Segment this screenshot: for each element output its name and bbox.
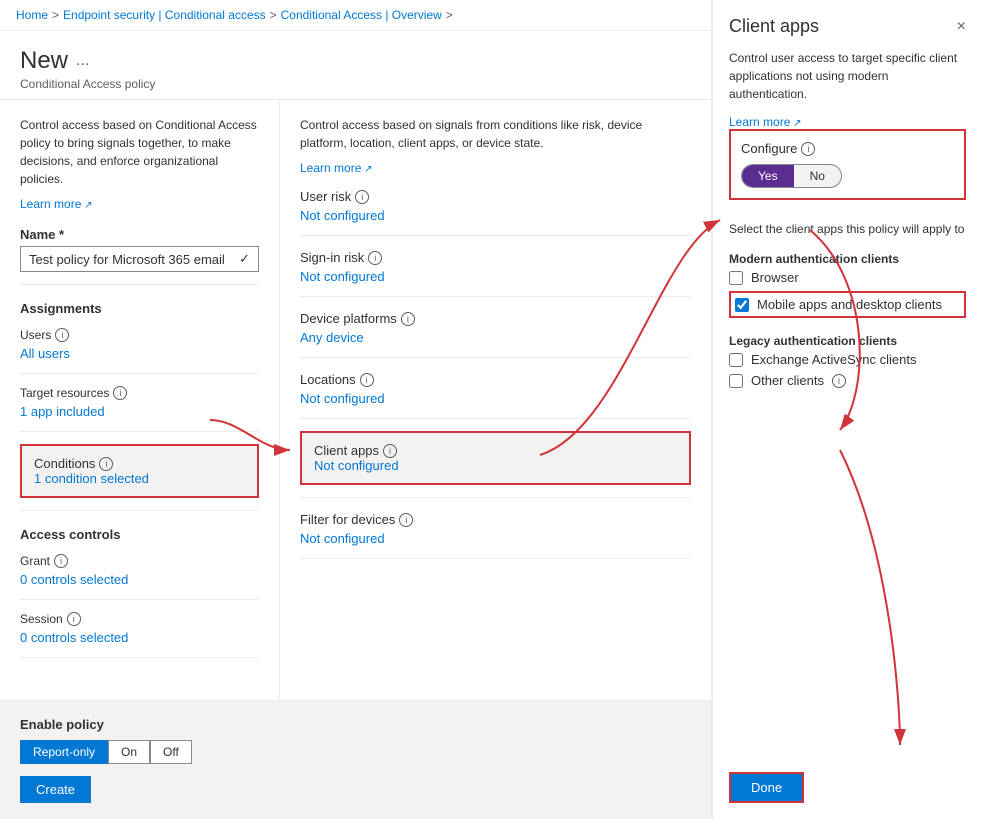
client-apps-value[interactable]: Not configured <box>314 458 399 473</box>
client-apps-panel: Client apps × Control user access to tar… <box>712 0 982 819</box>
done-btn-wrapper: Done <box>729 772 804 803</box>
done-button[interactable]: Done <box>731 774 802 801</box>
yes-button[interactable]: Yes <box>742 165 794 187</box>
device-platforms-value[interactable]: Any device <box>300 330 364 345</box>
page-subtitle: Conditional Access policy <box>20 77 691 91</box>
assignments-label: Assignments <box>20 301 259 316</box>
right-description: Control access based on signals from con… <box>300 116 691 152</box>
users-value[interactable]: All users <box>20 346 259 361</box>
session-label: Session i <box>20 612 259 626</box>
user-risk-label: User risk i <box>300 189 691 204</box>
exchange-label: Exchange ActiveSync clients <box>751 352 916 367</box>
mobile-label: Mobile apps and desktop clients <box>757 297 942 312</box>
toggle-off[interactable]: Off <box>150 740 192 764</box>
check-icon: ✓ <box>239 251 250 267</box>
breadcrumb-home[interactable]: Home <box>16 8 48 22</box>
conditions-value[interactable]: 1 condition selected <box>34 471 149 486</box>
sign-in-risk-value[interactable]: Not configured <box>300 269 385 284</box>
panel-header: Client apps × <box>729 16 966 37</box>
conditions-label: Conditions i <box>34 456 245 471</box>
panel-title: Client apps <box>729 16 819 37</box>
other-label: Other clients <box>751 373 824 388</box>
yes-no-toggle: Yes No <box>741 164 842 188</box>
bottom-bar: Enable policy Report-only On Off Create <box>0 700 711 819</box>
device-platforms-info-icon[interactable]: i <box>401 312 415 326</box>
browser-checkbox-row: Browser <box>729 270 966 285</box>
name-label: Name * <box>20 227 259 242</box>
other-checkbox-row: Other clients i <box>729 373 966 388</box>
breadcrumb-endpoint[interactable]: Endpoint security | Conditional access <box>63 8 266 22</box>
modern-auth-label: Modern authentication clients <box>729 252 966 266</box>
sign-in-risk-label: Sign-in risk i <box>300 250 691 265</box>
client-apps-info-icon[interactable]: i <box>383 444 397 458</box>
toggle-on[interactable]: On <box>108 740 150 764</box>
users-info-icon[interactable]: i <box>55 328 69 342</box>
page-title: New ... <box>20 47 691 75</box>
locations-value[interactable]: Not configured <box>300 391 385 406</box>
panel-learn-more[interactable]: Learn more <box>729 115 966 129</box>
breadcrumb-sep-3: > <box>446 8 453 22</box>
select-apps-text: Select the client apps this policy will … <box>729 222 966 236</box>
browser-label: Browser <box>751 270 799 285</box>
exchange-checkbox-row: Exchange ActiveSync clients <box>729 352 966 367</box>
grant-value[interactable]: 0 controls selected <box>20 572 259 587</box>
client-apps-label: Client apps i <box>314 443 677 458</box>
no-button[interactable]: No <box>794 165 841 187</box>
filter-devices-value[interactable]: Not configured <box>300 531 385 546</box>
conditions-info-icon[interactable]: i <box>99 457 113 471</box>
user-risk-value[interactable]: Not configured <box>300 208 385 223</box>
policy-toggle-group: Report-only On Off <box>20 740 691 764</box>
name-input[interactable]: Test policy for Microsoft 365 email ✓ <box>20 246 259 272</box>
target-resources-label: Target resources i <box>20 386 259 400</box>
create-button[interactable]: Create <box>20 776 91 803</box>
filter-devices-label: Filter for devices i <box>300 512 691 527</box>
other-checkbox[interactable] <box>729 374 743 388</box>
breadcrumb: Home > Endpoint security | Conditional a… <box>0 0 711 31</box>
users-label: Users i <box>20 328 259 342</box>
filter-devices-info-icon[interactable]: i <box>399 513 413 527</box>
page-ellipsis: ... <box>76 52 89 70</box>
user-risk-info-icon[interactable]: i <box>355 190 369 204</box>
breadcrumb-sep-1: > <box>52 8 59 22</box>
target-resources-value[interactable]: 1 app included <box>20 404 259 419</box>
grant-info-icon[interactable]: i <box>54 554 68 568</box>
toggle-report-only[interactable]: Report-only <box>20 740 108 764</box>
close-button[interactable]: × <box>957 18 966 36</box>
session-value[interactable]: 0 controls selected <box>20 630 259 645</box>
browser-checkbox[interactable] <box>729 271 743 285</box>
configure-info-icon[interactable]: i <box>801 142 815 156</box>
target-resources-info-icon[interactable]: i <box>113 386 127 400</box>
access-controls-label: Access controls <box>20 527 259 542</box>
conditions-box[interactable]: Conditions i 1 condition selected <box>20 444 259 498</box>
panel-description: Control user access to target specific c… <box>729 49 966 103</box>
enable-policy-label: Enable policy <box>20 717 691 732</box>
right-learn-more[interactable]: Learn more <box>300 161 373 175</box>
mobile-checkbox[interactable] <box>735 298 749 312</box>
exchange-checkbox[interactable] <box>729 353 743 367</box>
locations-info-icon[interactable]: i <box>360 373 374 387</box>
grant-label: Grant i <box>20 554 259 568</box>
configure-label: Configure i <box>741 141 954 156</box>
other-info-icon[interactable]: i <box>832 374 846 388</box>
left-learn-more[interactable]: Learn more <box>20 197 93 211</box>
sign-in-risk-info-icon[interactable]: i <box>368 251 382 265</box>
locations-label: Locations i <box>300 372 691 387</box>
client-apps-box[interactable]: Client apps i Not configured <box>300 431 691 485</box>
breadcrumb-current[interactable]: Conditional Access | Overview <box>281 8 442 22</box>
mobile-checkbox-row: Mobile apps and desktop clients <box>729 291 966 318</box>
done-section: Done <box>729 760 966 803</box>
left-description: Control access based on Conditional Acce… <box>20 116 259 188</box>
session-info-icon[interactable]: i <box>67 612 81 626</box>
configure-section: Configure i Yes No <box>729 129 966 200</box>
device-platforms-label: Device platforms i <box>300 311 691 326</box>
breadcrumb-sep-2: > <box>270 8 277 22</box>
legacy-auth-label: Legacy authentication clients <box>729 334 966 348</box>
